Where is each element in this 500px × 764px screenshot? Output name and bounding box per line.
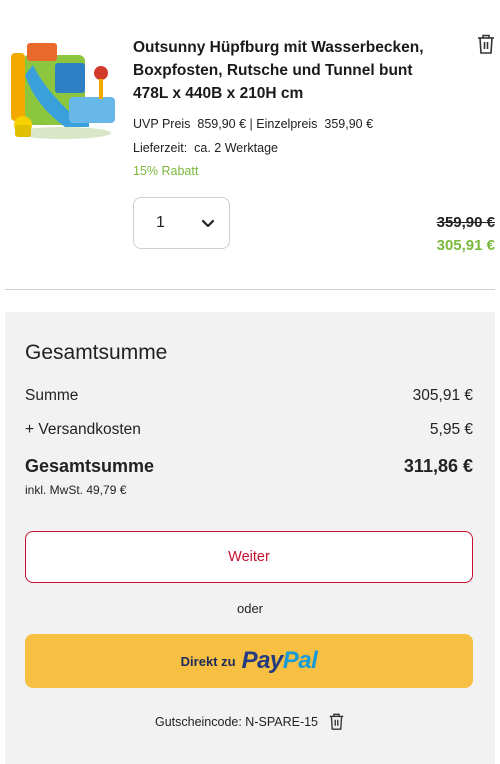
subtotal-row: Summe 305,91 €	[25, 387, 473, 405]
subtotal-label: Summe	[25, 387, 79, 404]
unit-price-value: 359,90 €	[324, 117, 374, 131]
coupon-code: Gutscheincode: N-SPARE-15	[154, 714, 319, 729]
product-image[interactable]	[5, 35, 120, 145]
total-label: Gesamtsumme	[25, 456, 155, 476]
delivery-info: Lieferzeit: ca. 2 Werktage	[133, 141, 278, 155]
uvp-value: 859,90 €	[197, 117, 247, 131]
or-separator: oder	[236, 601, 264, 616]
shipping-value: 5,95 €	[429, 421, 473, 438]
paypal-button[interactable]: Direkt zu PayPal	[25, 634, 473, 688]
uvp-label: UVP Preis	[133, 117, 191, 131]
trash-icon[interactable]	[476, 33, 496, 55]
discount-badge: 15% Rabatt	[133, 164, 199, 178]
cart-item: Outsunny Hüpfburg mit Wasserbecken, Boxp…	[0, 0, 500, 290]
quantity-value: 1	[156, 214, 165, 231]
new-price: 305,91 €	[436, 237, 495, 254]
paypal-prefix: Direkt zu	[180, 653, 236, 669]
divider	[5, 289, 495, 290]
old-price: 359,90 €	[436, 214, 495, 231]
total-value: 311,86 €	[403, 456, 473, 476]
shipping-label: + Versandkosten	[25, 421, 141, 438]
subtotal-value: 305,91 €	[412, 387, 473, 404]
order-summary: Gesamtsumme Summe 305,91 € + Versandkost…	[5, 312, 495, 764]
delivery-label: Lieferzeit:	[133, 141, 188, 155]
paypal-logo-pay: Pay	[241, 647, 284, 674]
delivery-value: ca. 2 Werktage	[194, 141, 278, 155]
quantity-select[interactable]: 1	[133, 197, 230, 249]
continue-button[interactable]: Weiter	[25, 531, 473, 583]
unit-price-label: Einzelpreis	[256, 117, 318, 131]
vat-note: inkl. MwSt. 49,79 €	[25, 483, 127, 497]
product-title[interactable]: Outsunny Hüpfburg mit Wasserbecken, Boxp…	[133, 36, 451, 105]
chevron-down-icon	[201, 219, 215, 227]
trash-icon[interactable]	[328, 712, 345, 731]
price-info: UVP Preis 859,90 € | Einzelpreis 359,90 …	[133, 117, 373, 131]
coupon-row: Gutscheincode: N-SPARE-15	[5, 712, 495, 731]
summary-title: Gesamtsumme	[25, 341, 168, 364]
shipping-row: + Versandkosten 5,95 €	[25, 421, 473, 439]
price-separator: |	[249, 117, 253, 131]
paypal-logo-pal: Pal	[282, 647, 318, 674]
total-row: Gesamtsumme 311,86 €	[25, 456, 473, 477]
paypal-logo: PayPal	[242, 647, 318, 675]
